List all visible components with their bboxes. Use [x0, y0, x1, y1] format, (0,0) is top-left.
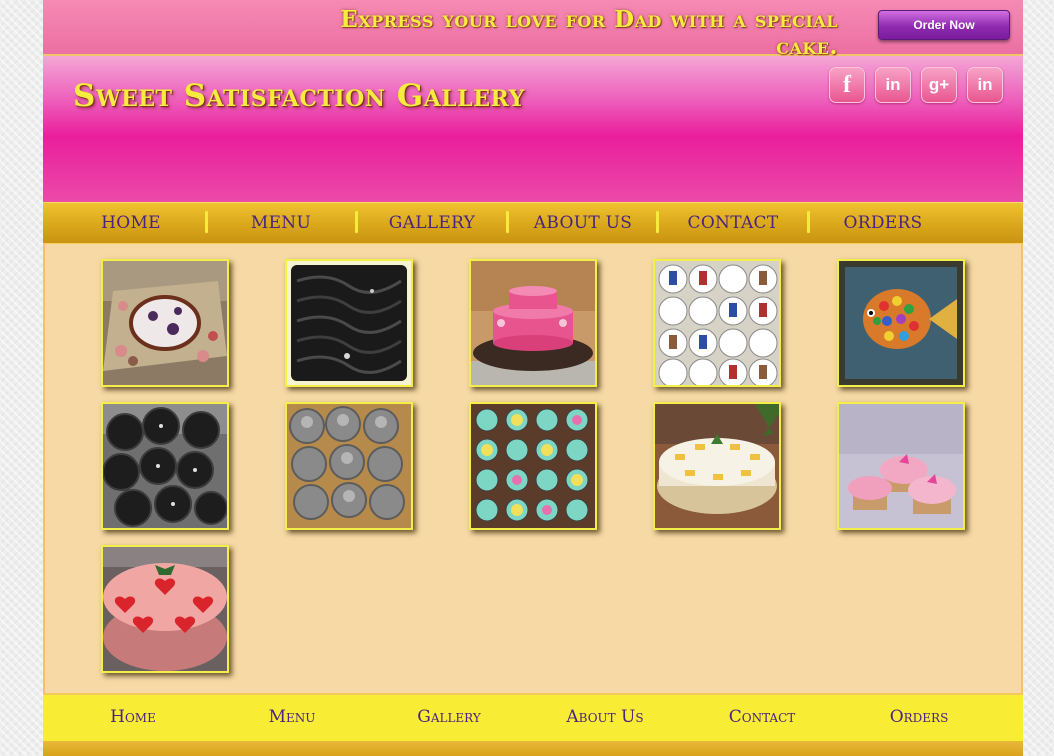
linkedin-icon[interactable]: in [967, 67, 1003, 103]
footer-link-menu[interactable]: Menu [222, 695, 362, 741]
gallery-area [43, 244, 1023, 693]
gallery-photo-pink-tier-cake[interactable] [469, 259, 597, 387]
gallery-image [103, 261, 227, 385]
nav-gallery[interactable]: GALLERY [357, 203, 507, 243]
gallery-image [287, 261, 411, 385]
promo-bar: Express your love for Dad with a special… [43, 0, 1023, 60]
gallery-photo-strawberry-cake[interactable] [101, 545, 229, 673]
footer-link-about-us[interactable]: About Us [535, 695, 675, 741]
page: Express your love for Dad with a special… [43, 0, 1023, 756]
gallery-photo-bug-cake[interactable] [101, 259, 229, 387]
gallery-photo-chocolate-rope-cake[interactable] [285, 259, 413, 387]
gallery-image [471, 261, 595, 385]
footer-nav: Home Menu Gallery About Us Contact Order… [43, 693, 1023, 741]
gallery-image [471, 404, 595, 528]
main-nav: HOME MENU GALLERY ABOUT US CONTACT ORDER… [43, 202, 1023, 245]
nav-orders[interactable]: ORDERS [808, 203, 958, 243]
facebook-icon[interactable]: f [829, 67, 865, 103]
footer-link-orders[interactable]: Orders [849, 695, 989, 741]
gallery-image [103, 404, 227, 528]
promo-text: Express your love for Dad with a special… [340, 6, 838, 60]
gallery-image [655, 404, 779, 528]
footer-link-home[interactable]: Home [63, 695, 203, 741]
gallery-image [103, 547, 227, 671]
gallery-image [655, 261, 779, 385]
gallery-photo-dad-cupcakes[interactable] [653, 259, 781, 387]
nav-menu[interactable]: MENU [206, 203, 356, 243]
gallery-image [839, 261, 963, 385]
footer-link-contact[interactable]: Contact [692, 695, 832, 741]
gallery-image [287, 404, 411, 528]
site-header: Sweet Satisfaction Gallery f in g+ in [43, 56, 1023, 202]
site-title: Sweet Satisfaction Gallery [73, 78, 525, 114]
linkedin-icon[interactable]: in [875, 67, 911, 103]
nav-home[interactable]: HOME [56, 203, 206, 243]
gallery-image [839, 404, 963, 528]
google-plus-icon[interactable]: g+ [921, 67, 957, 103]
gallery-photo-smiley-cupcakes[interactable] [469, 402, 597, 530]
bottom-strip [43, 741, 1023, 756]
order-now-button[interactable]: Order Now [878, 10, 1010, 40]
gallery-photo-rainbow-fish-cake[interactable] [837, 259, 965, 387]
gallery-photo-grey-cupcakes[interactable] [285, 402, 413, 530]
nav-about-us[interactable]: ABOUT US [508, 203, 658, 243]
gallery-photo-pineapple-cheesecake[interactable] [653, 402, 781, 530]
gallery-photo-chocolate-cupcakes[interactable] [101, 402, 229, 530]
footer-link-gallery[interactable]: Gallery [379, 695, 519, 741]
gallery-photo-pink-cupcakes[interactable] [837, 402, 965, 530]
nav-contact[interactable]: CONTACT [658, 203, 808, 243]
